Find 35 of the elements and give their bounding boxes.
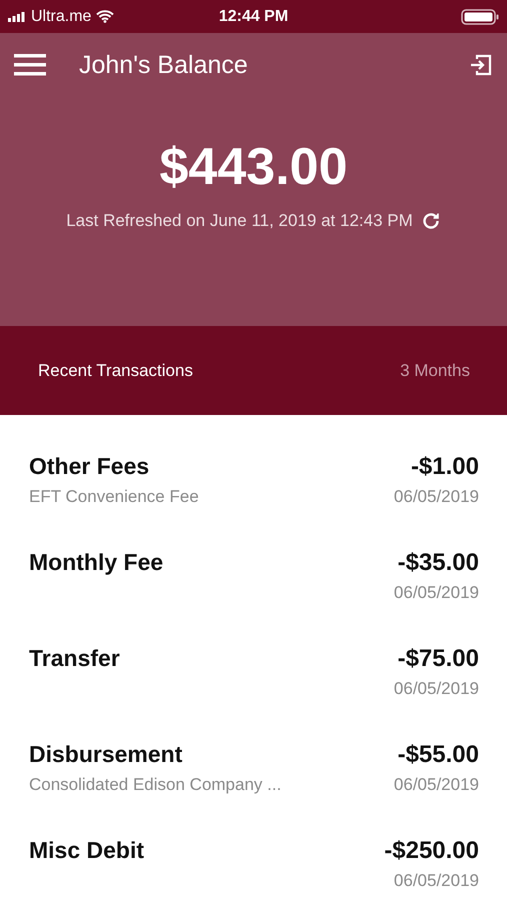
transaction-title: Misc Debit: [29, 837, 144, 864]
carrier-name: Ultra.me: [31, 8, 92, 26]
transaction-date: 06/05/2019: [394, 583, 479, 603]
transaction-amount: -$75.00: [398, 645, 479, 673]
transaction-date: 06/05/2019: [394, 775, 479, 795]
transaction-amount: -$35.00: [398, 549, 479, 577]
status-time: 12:44 PM: [218, 8, 288, 26]
transaction-amount: -$250.00: [384, 837, 479, 865]
last-refreshed-text: Last Refreshed on June 11, 2019 at 12:43 PM: [66, 211, 413, 231]
transaction-date: 06/05/2019: [394, 487, 479, 507]
transaction-title: Disbursement: [29, 741, 182, 768]
transaction-row[interactable]: Transfer -$75.00 06/05/2019: [0, 645, 507, 741]
logout-button[interactable]: [469, 53, 493, 77]
signal-icon: [8, 12, 26, 22]
transaction-amount: -$55.00: [398, 741, 479, 769]
transaction-title: Transfer: [29, 645, 120, 672]
transaction-date: 06/05/2019: [394, 871, 479, 891]
transaction-date: 06/05/2019: [394, 679, 479, 699]
transaction-row[interactable]: Monthly Fee -$35.00 06/05/2019: [0, 549, 507, 645]
balance-amount: $443.00: [160, 137, 348, 197]
period-filter[interactable]: 3 Months: [400, 360, 470, 380]
section-title: Recent Transactions: [38, 360, 193, 380]
transaction-row[interactable]: Other Fees -$1.00 EFT Convenience Fee 06/05/2019: [0, 453, 507, 549]
transaction-row[interactable]: Disbursement -$55.00 Consolidated Edison Company ... 06/05/2019: [0, 741, 507, 837]
transaction-row[interactable]: Misc Debit -$250.00 06/05/2019: [0, 837, 507, 900]
transaction-title: Monthly Fee: [29, 549, 164, 576]
battery-icon: [461, 8, 499, 24]
transaction-title: Other Fees: [29, 453, 150, 480]
wifi-icon: [96, 10, 114, 23]
menu-button[interactable]: [14, 54, 46, 76]
transaction-amount: -$1.00: [410, 453, 479, 481]
screen-title: John's Balance: [79, 50, 249, 80]
refresh-icon[interactable]: [420, 211, 441, 231]
transaction-description: EFT Convenience Fee: [29, 487, 199, 507]
transaction-description: Consolidated Edison Company ...: [29, 775, 282, 795]
